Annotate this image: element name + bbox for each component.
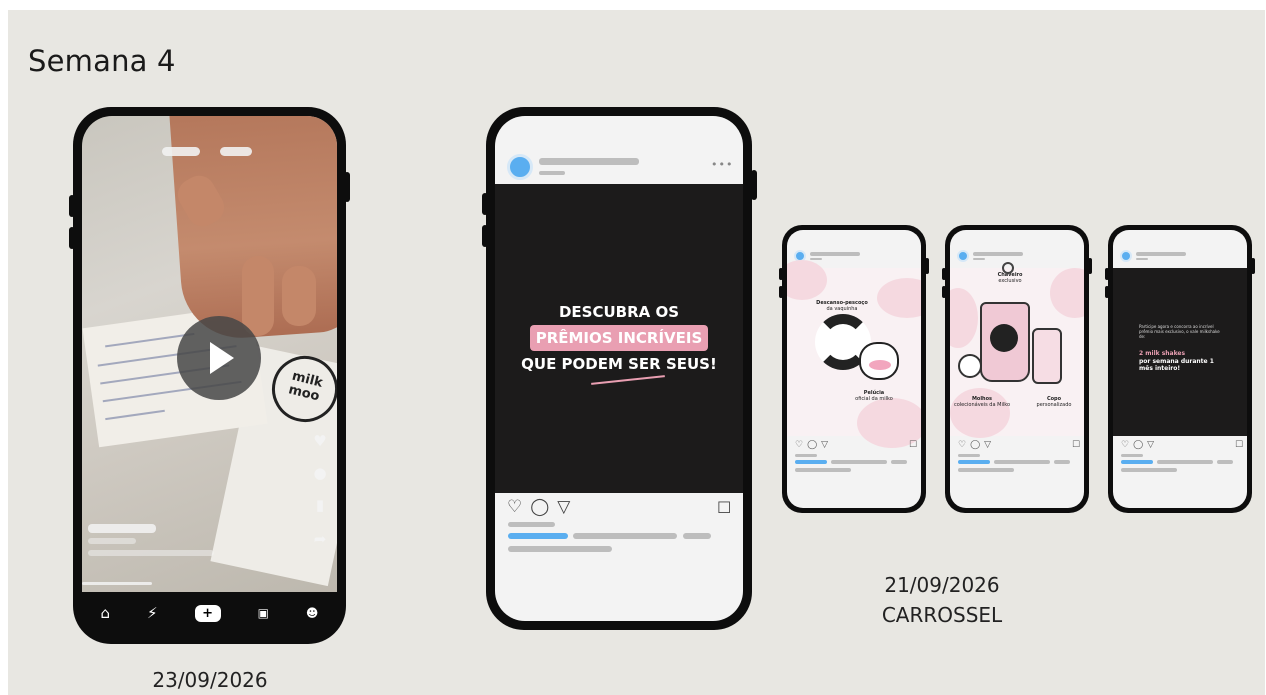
carousel-slide-1-phone: Descanso-pescoço da vaquinha Pelúcia ofi… <box>782 225 926 513</box>
carousel-slide-2-phone: Chaveiro exclusivo Molhos colecionáveis … <box>945 225 1089 513</box>
comment-icon[interactable]: ◯ <box>530 497 549 517</box>
send-icon[interactable]: ▽ <box>557 497 570 517</box>
play-button[interactable] <box>177 316 261 400</box>
save-icon: ☐ <box>909 440 918 450</box>
slide-3-intro: Participe agora e concorra ao incrível p… <box>1139 324 1220 339</box>
carousel-date: 21/09/2026 <box>884 573 1000 597</box>
like-icon[interactable]: ♡ <box>507 497 522 517</box>
avatar <box>957 250 969 262</box>
username-placeholder <box>539 158 639 165</box>
post-headline: DESCUBRA OS PRÊMIOS INCRÍVEIS QUE PODEM … <box>521 303 717 373</box>
likes-placeholder <box>508 522 555 527</box>
carousel-slide-1-image: Descanso-pescoço da vaquinha Pelúcia ofi… <box>787 260 921 448</box>
post-actions: ♡ ◯ ▽ <box>795 440 829 450</box>
post-actions: ♡ ◯ ▽ <box>958 440 992 450</box>
slide-3-rest: por semana durante 1 mês inteiro! <box>1139 358 1214 372</box>
home-icon[interactable]: ⌂ <box>101 604 111 622</box>
location-placeholder <box>539 171 565 175</box>
carousel-label: CARROSSEL <box>881 603 1003 627</box>
save-icon[interactable]: ☐ <box>717 498 731 517</box>
story-progress-bar <box>162 147 200 156</box>
slide-3-highlight: 2 milk shakes <box>1139 350 1186 357</box>
reel-video-frame: milk moo ♥ ● ▮ ➦ <box>82 116 337 592</box>
cow-plush-image <box>859 342 899 380</box>
carousel-slide-1-screen: Descanso-pescoço da vaquinha Pelúcia ofi… <box>787 230 921 508</box>
avatar <box>1120 250 1132 262</box>
post-phone-mockup: ••• DESCUBRA OS PRÊMIOS INCRÍVEIS QUE PO… <box>486 107 752 630</box>
heart-icon[interactable]: ♥ <box>310 432 330 450</box>
cup-image <box>1032 328 1062 384</box>
carousel-slide-2-screen: Chaveiro exclusivo Molhos colecionáveis … <box>950 230 1084 508</box>
inbox-icon[interactable]: ▣ <box>258 606 269 620</box>
post-image: DESCUBRA OS PRÊMIOS INCRÍVEIS QUE PODEM … <box>495 184 743 493</box>
share-icon[interactable]: ➦ <box>310 530 330 548</box>
profile-icon[interactable]: ☻ <box>306 606 319 620</box>
save-icon: ☐ <box>1235 440 1244 450</box>
carousel-slide-3-phone: Participe agora e concorra ao incrível p… <box>1108 225 1252 513</box>
more-options-icon[interactable]: ••• <box>711 158 733 171</box>
reel-date: 23/09/2026 <box>152 668 268 692</box>
post-actions: ♡ ◯ ▽ <box>507 497 570 517</box>
instagram-post-screen: ••• DESCUBRA OS PRÊMIOS INCRÍVEIS QUE PO… <box>495 116 743 621</box>
caption-placeholder <box>573 533 677 539</box>
carousel-slide-2-image: Chaveiro exclusivo Molhos colecionáveis … <box>950 262 1084 438</box>
comment-icon[interactable]: ● <box>310 464 330 482</box>
bolt-icon[interactable]: ⚡︎ <box>147 604 158 622</box>
reel-bottom-nav: ⌂ ⚡︎ + ▣ ☻ <box>82 592 337 634</box>
reel-caption-placeholder <box>88 538 136 544</box>
reel-username-placeholder <box>88 524 156 533</box>
carousel-slide-3-screen: Participe agora e concorra ao incrível p… <box>1113 230 1247 508</box>
page-title: Semana 4 <box>28 44 176 78</box>
bookmark-icon[interactable]: ▮ <box>310 496 330 514</box>
plus-icon[interactable]: + <box>194 604 221 622</box>
caption-placeholder <box>508 546 612 552</box>
story-progress-bar <box>220 147 252 156</box>
avatar[interactable] <box>507 154 533 180</box>
post-actions: ♡ ◯ ▽ <box>1121 440 1155 450</box>
cup-image <box>980 302 1030 382</box>
reel-progress-line <box>82 582 152 585</box>
caption-placeholder <box>683 533 711 539</box>
caption-username-placeholder <box>508 533 568 539</box>
save-icon: ☐ <box>1072 440 1081 450</box>
reel-caption-placeholder <box>88 550 214 556</box>
sauce-image <box>958 354 982 378</box>
keychain-image <box>1002 262 1014 274</box>
carousel-slide-3-image: Participe agora e concorra ao incrível p… <box>1113 268 1247 436</box>
reel-phone-mockup: milk moo ♥ ● ▮ ➦ ⌂ ⚡︎ + ▣ ☻ <box>73 107 346 644</box>
